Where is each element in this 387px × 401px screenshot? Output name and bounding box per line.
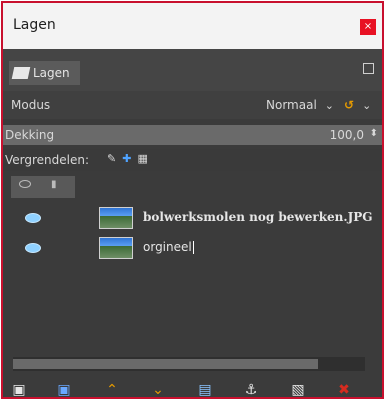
layer-list: bolwerksmolen nog bewerken.JPG orgineel <box>3 199 382 359</box>
opacity-value[interactable]: 100,0 <box>330 128 364 142</box>
layer-row[interactable]: bolwerksmolen nog bewerken.JPG <box>3 203 382 233</box>
text-cursor <box>192 241 194 254</box>
scrollbar-thumb[interactable] <box>13 359 318 369</box>
layer-name-editing[interactable]: orgineel <box>143 240 194 254</box>
chain-column-icon[interactable]: ▮ <box>51 179 57 190</box>
brush-lock-icon[interactable]: ✎ <box>107 152 116 165</box>
mode-value: Normaal <box>266 98 317 112</box>
horizontal-scrollbar[interactable] <box>13 357 365 371</box>
delete-layer-icon[interactable]: ✖ <box>334 381 354 397</box>
raise-layer-icon[interactable]: ⌃ <box>102 381 122 397</box>
layer-row[interactable]: orgineel <box>3 233 382 263</box>
column-header: ▮ <box>11 176 75 198</box>
mode-row: Modus Normaal ⌄ ↺ ⌄ <box>3 91 382 119</box>
tab-layers[interactable]: Lagen <box>9 61 80 85</box>
new-layer-group-icon[interactable]: ▣ <box>54 381 74 397</box>
layer-toolbar: ▣ ▣ ⌃ ⌄ ▤ ⚓ ▧ ✖ <box>3 371 382 397</box>
layer-thumbnail <box>99 237 133 259</box>
layer-name[interactable]: bolwerksmolen nog bewerken.JPG <box>143 210 373 224</box>
opacity-row: Dekking 100,0 ⬍ <box>3 125 382 145</box>
layers-dialog-window: Lagen × Lagen Modus Normaal ⌄ ↺ ⌄ Dekkin… <box>1 1 384 399</box>
window-title: Lagen <box>13 17 56 33</box>
lock-icons: ✎ ✚ ▦ <box>107 152 148 165</box>
layers-icon <box>11 67 31 79</box>
dock-tab-bar: Lagen <box>3 49 382 91</box>
move-lock-icon[interactable]: ✚ <box>122 152 131 165</box>
chevron-down-icon: ⌄ <box>324 98 334 112</box>
dock-menu-icon[interactable] <box>363 63 374 74</box>
visibility-eye-icon[interactable] <box>25 213 41 223</box>
layer-name-text: orgineel <box>143 240 192 254</box>
anchor-layer-icon[interactable]: ⚓ <box>241 381 261 397</box>
spinner-icon[interactable]: ⬍ <box>370 128 378 139</box>
alpha-lock-icon[interactable]: ▦ <box>137 152 147 165</box>
eye-column-icon[interactable] <box>19 180 31 188</box>
lock-row: Vergrendelen: ✎ ✚ ▦ <box>3 149 382 171</box>
close-button[interactable]: × <box>360 19 376 35</box>
mode-select[interactable]: Normaal ⌄ ↺ ⌄ <box>260 95 382 115</box>
swap-icon[interactable]: ↺ <box>344 98 354 112</box>
tab-label: Lagen <box>33 66 70 80</box>
mode-label: Modus <box>11 98 51 112</box>
layer-thumbnail <box>99 207 133 229</box>
title-bar: Lagen × <box>3 3 382 49</box>
new-layer-icon[interactable]: ▣ <box>9 381 29 397</box>
lower-layer-icon[interactable]: ⌄ <box>148 381 168 397</box>
layer-mask-icon[interactable]: ▧ <box>288 381 308 397</box>
lock-label: Vergrendelen: <box>5 153 90 167</box>
chevron-down-icon[interactable]: ⌄ <box>362 99 371 112</box>
duplicate-layer-icon[interactable]: ▤ <box>195 381 215 397</box>
visibility-eye-icon[interactable] <box>25 243 41 253</box>
opacity-label: Dekking <box>5 128 55 142</box>
